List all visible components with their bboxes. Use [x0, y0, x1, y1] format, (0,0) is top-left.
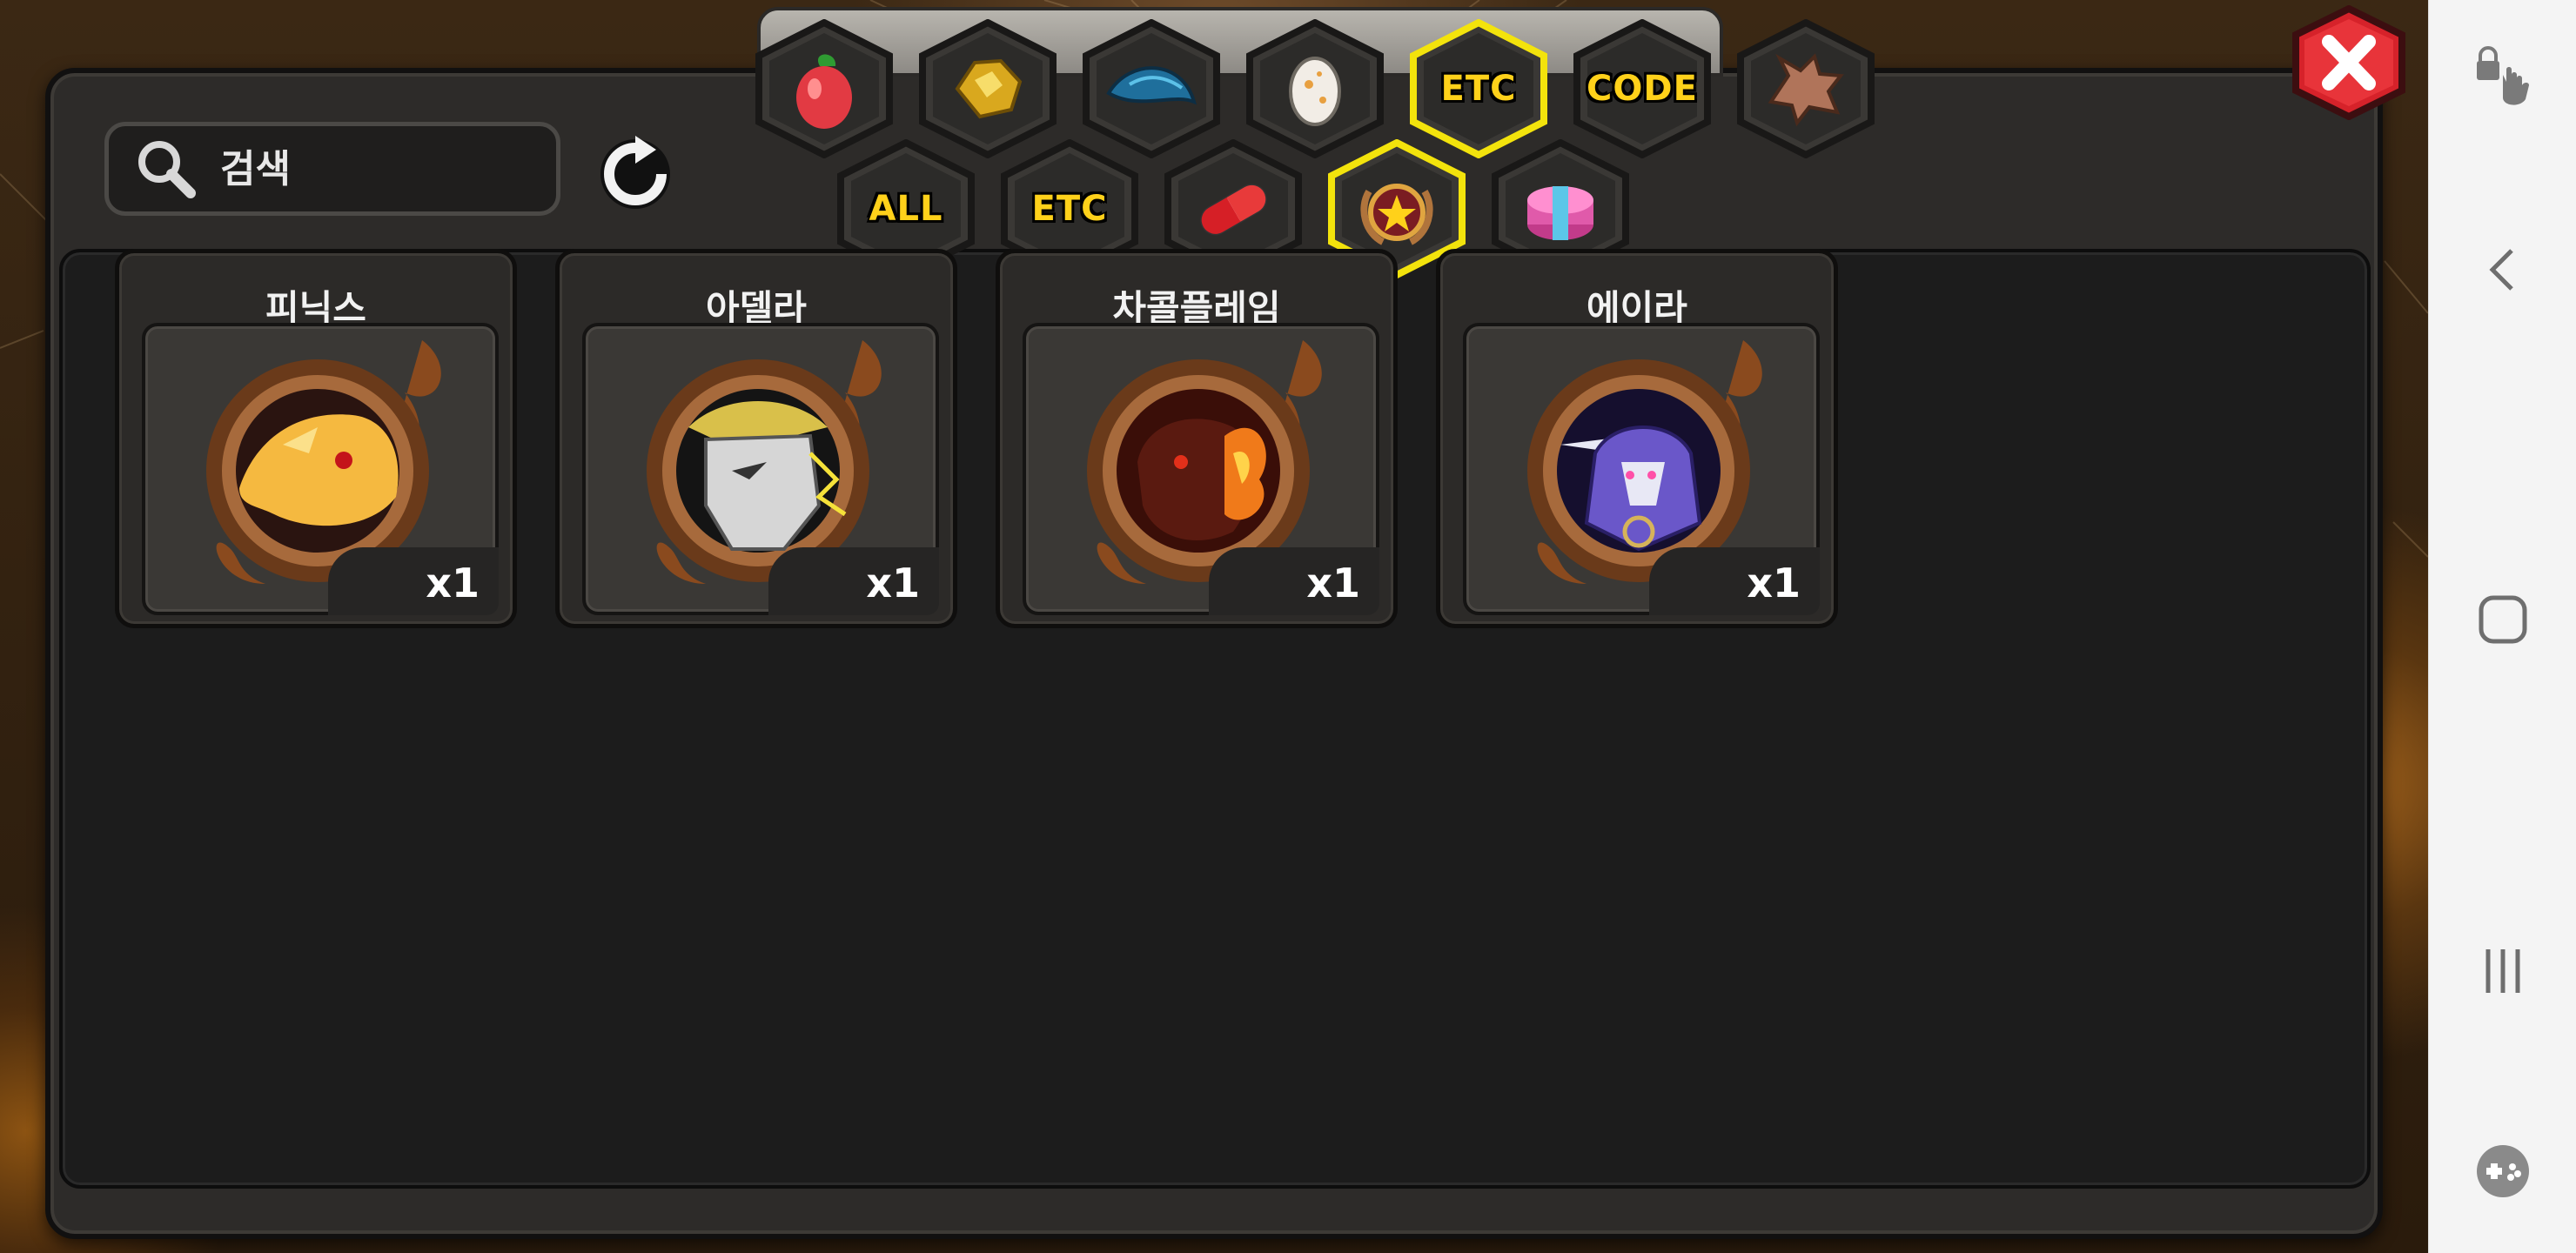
game-tools-button[interactable] [2429, 1119, 2576, 1223]
item-title-clipped: ​ [119, 253, 513, 273]
gift-box-icon [1527, 186, 1593, 240]
tab-code-label: CODE [1587, 69, 1698, 109]
item-quantity: x1 [1747, 559, 1801, 606]
recents-icon [2485, 949, 2520, 993]
item-card[interactable]: 아델라 x1 [555, 249, 957, 628]
item-quantity: x1 [426, 559, 480, 606]
back-chevron-icon [2489, 249, 2513, 291]
item-frame: x1 [1463, 323, 1820, 615]
item-frame: x1 [582, 323, 939, 615]
item-card[interactable]: 차콜플레임 x1 [996, 249, 1398, 628]
item-frame: x1 [142, 323, 499, 615]
close-icon [2292, 4, 2405, 121]
search-icon [138, 141, 196, 198]
touch-lock-icon [2477, 46, 2529, 105]
tab-etc-label: ETC [1031, 189, 1108, 229]
touch-lock-button[interactable] [2429, 26, 2576, 131]
refresh-button[interactable] [590, 129, 681, 219]
system-nav-bar [2428, 0, 2576, 1253]
item-quantity: x1 [866, 559, 920, 606]
tab-etc-top[interactable]: ETC [1405, 19, 1553, 158]
back-button[interactable] [2429, 218, 2576, 322]
tab-scale[interactable] [1077, 19, 1225, 158]
blue-scale-icon [1106, 66, 1197, 105]
home-icon [2479, 595, 2527, 644]
capsule-icon [1200, 184, 1267, 236]
item-frame: x1 [1023, 323, 1379, 615]
tab-egg[interactable] [1241, 19, 1389, 158]
item-quantity: x1 [1306, 559, 1360, 606]
tab-etc-top-label: ETC [1440, 69, 1517, 109]
tab-code[interactable]: CODE [1568, 19, 1716, 158]
tab-all-label: ALL [869, 189, 943, 229]
close-button[interactable] [2289, 4, 2409, 121]
gold-nugget-icon [955, 58, 1023, 119]
search-box[interactable] [104, 122, 560, 216]
gamepad-icon [2477, 1145, 2529, 1197]
item-card[interactable]: ​ 피닉스 x1 [115, 249, 517, 628]
star-badge-icon [1360, 184, 1433, 245]
egg-icon [1289, 57, 1341, 126]
dragon-head-icon [1768, 53, 1844, 127]
search-input[interactable] [220, 146, 533, 191]
refresh-icon [600, 136, 670, 209]
tab-gold[interactable] [914, 19, 1062, 158]
item-card[interactable]: 에이라 x1 [1436, 249, 1838, 628]
home-button[interactable] [2429, 567, 2576, 672]
tab-dragon[interactable] [1732, 19, 1880, 158]
tab-fruit[interactable] [750, 19, 898, 158]
fruit-icon [796, 54, 852, 129]
recents-button[interactable] [2429, 919, 2576, 1023]
